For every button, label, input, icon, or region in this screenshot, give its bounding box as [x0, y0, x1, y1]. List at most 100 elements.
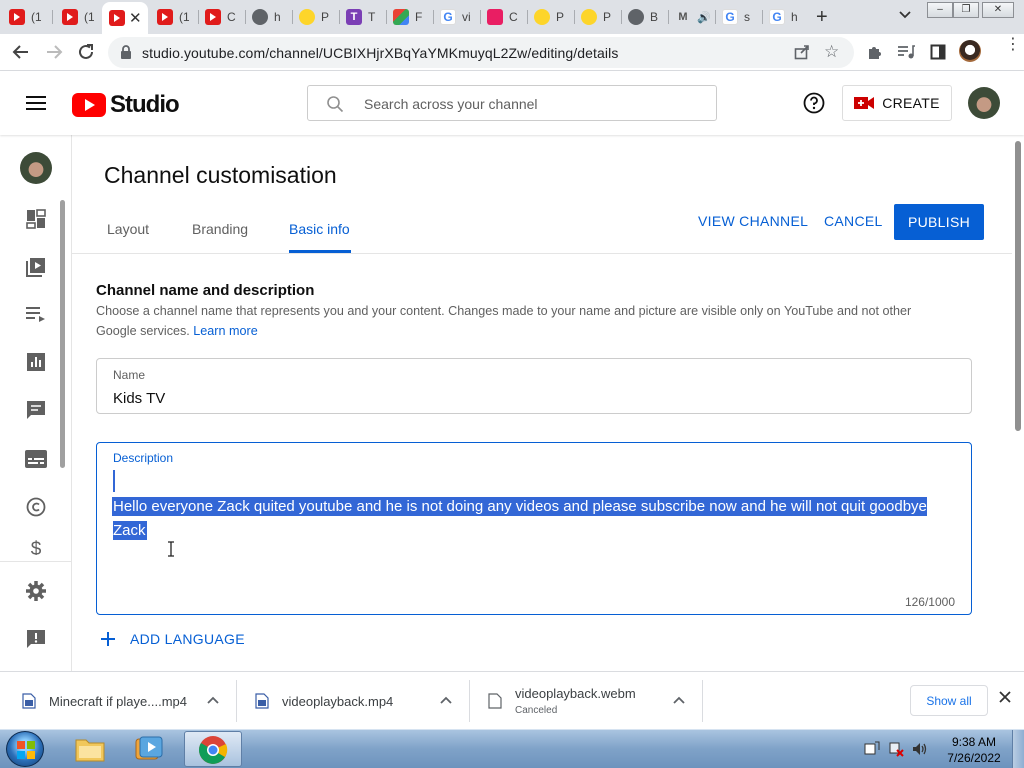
copyright-icon[interactable]: [24, 495, 48, 519]
browser-tab-active[interactable]: ✕: [102, 2, 148, 34]
help-icon[interactable]: [803, 92, 825, 114]
description-char-counter: 126/1000: [904, 595, 955, 609]
extensions-icon[interactable]: [866, 44, 882, 60]
browser-tab[interactable]: M 🔊 M: [668, 4, 714, 30]
feedback-icon[interactable]: [24, 627, 48, 651]
side-panel-icon[interactable]: [930, 44, 946, 60]
hamburger-menu-icon[interactable]: [26, 96, 46, 110]
profile-avatar[interactable]: [959, 40, 981, 62]
browser-tab[interactable]: P: [527, 4, 573, 30]
channel-avatar[interactable]: [20, 152, 52, 184]
share-icon[interactable]: [794, 44, 810, 60]
description-field[interactable]: Description Hello everyone Zack quited y…: [96, 442, 972, 615]
settings-gear-icon[interactable]: [24, 579, 48, 603]
system-tray: [864, 741, 934, 757]
browser-tab[interactable]: G h: [762, 4, 808, 30]
studio-logo[interactable]: Studio: [72, 91, 180, 119]
start-button[interactable]: [6, 731, 44, 767]
downloads-bar: Minecraft if playe....mp4 videoplayback.…: [0, 671, 1024, 729]
close-window-button[interactable]: ✕: [982, 2, 1014, 18]
download-status: Canceled: [515, 705, 558, 716]
tab-basic-info[interactable]: Basic info: [289, 221, 350, 237]
browser-tab[interactable]: G s: [715, 4, 761, 30]
maximize-button[interactable]: ❐: [953, 2, 979, 18]
chevron-up-icon[interactable]: [207, 695, 219, 705]
publish-label: PUBLISH: [907, 214, 970, 230]
tab-search-chevron-icon[interactable]: [898, 8, 912, 22]
chrome-taskbar-button[interactable]: [184, 731, 242, 767]
browser-tab[interactable]: F: [386, 4, 432, 30]
download-filename: videoplayback.mp4: [282, 693, 394, 709]
forward-icon[interactable]: [45, 43, 63, 61]
video-camera-icon: [854, 97, 875, 109]
address-bar[interactable]: studio.youtube.com/channel/UCBIXHjrXBqYa…: [108, 37, 854, 68]
download-filename: videoplayback.webm: [515, 686, 636, 701]
browser-tab[interactable]: T T: [339, 4, 385, 30]
account-avatar[interactable]: [968, 87, 1000, 119]
browser-tab[interactable]: G vi: [433, 4, 479, 30]
content-icon[interactable]: [24, 255, 48, 279]
add-language-button[interactable]: ADD LANGUAGE: [100, 631, 245, 647]
name-value: Kids TV: [113, 390, 166, 407]
playlists-icon[interactable]: [24, 302, 48, 326]
show-all-button[interactable]: Show all: [910, 685, 988, 716]
tab-layout[interactable]: Layout: [107, 221, 149, 237]
view-channel-button[interactable]: VIEW CHANNEL: [698, 213, 808, 229]
channel-name-field[interactable]: Name Kids TV: [96, 358, 972, 414]
lock-icon[interactable]: [120, 45, 132, 60]
create-button[interactable]: CREATE: [842, 85, 952, 121]
media-control-icon[interactable]: [897, 44, 915, 60]
cancel-button[interactable]: CANCEL: [824, 213, 883, 229]
tab-branding[interactable]: Branding: [192, 221, 248, 237]
show-desktop-button[interactable]: [1012, 730, 1024, 768]
analytics-icon[interactable]: [24, 350, 48, 374]
smiley-icon: [299, 9, 315, 25]
description-label: Description: [113, 451, 174, 465]
youtube-icon: [205, 9, 221, 25]
learn-more-link[interactable]: Learn more: [193, 324, 257, 338]
download-item[interactable]: videoplayback.mp4: [255, 672, 465, 730]
volume-icon[interactable]: [912, 741, 928, 757]
tabs-divider: [72, 253, 1024, 254]
colorful-icon: [393, 9, 409, 25]
smiley-icon: [581, 9, 597, 25]
browser-tab[interactable]: P: [292, 4, 338, 30]
close-downloads-icon[interactable]: [999, 691, 1011, 703]
download-item[interactable]: videoplayback.webm Canceled: [488, 672, 698, 730]
youtube-icon: [9, 9, 25, 25]
publish-button[interactable]: PUBLISH: [894, 204, 984, 240]
back-icon[interactable]: [12, 43, 30, 61]
chevron-up-icon[interactable]: [673, 695, 685, 705]
browser-tab[interactable]: C: [480, 4, 526, 30]
browser-tab[interactable]: (1: [55, 4, 101, 30]
browser-tab[interactable]: h: [245, 4, 291, 30]
browser-tab[interactable]: (1: [150, 4, 196, 30]
minimize-button[interactable]: –: [927, 2, 953, 18]
browser-tab[interactable]: B: [621, 4, 667, 30]
reload-icon[interactable]: [77, 43, 95, 61]
bookmark-star-icon[interactable]: ☆: [824, 42, 839, 62]
subtitles-icon[interactable]: [24, 447, 48, 471]
network-icon[interactable]: [888, 741, 904, 757]
browser-menu-icon[interactable]: ⋮: [1005, 37, 1021, 53]
browser-tab[interactable]: (1: [2, 4, 48, 30]
browser-tab[interactable]: P: [574, 4, 620, 30]
nav-scrollbar[interactable]: [60, 200, 65, 468]
browser-tab[interactable]: C: [198, 4, 244, 30]
media-player-button[interactable]: [126, 733, 172, 765]
taskbar-clock[interactable]: 9:38 AM 7/26/2022: [944, 734, 1004, 766]
search-input[interactable]: Search across your channel: [307, 85, 717, 121]
earn-icon[interactable]: $: [24, 539, 48, 555]
page-title: Channel customisation: [104, 162, 337, 188]
chevron-up-icon[interactable]: [440, 695, 452, 705]
download-item[interactable]: Minecraft if playe....mp4: [22, 672, 232, 730]
comments-icon[interactable]: [24, 398, 48, 422]
file-explorer-button[interactable]: [67, 733, 113, 765]
new-tab-button[interactable]: +: [816, 6, 828, 29]
close-tab-icon[interactable]: ✕: [129, 9, 142, 27]
main-content: Channel customisation Layout Branding Ba…: [72, 135, 1024, 671]
main-scrollbar[interactable]: [1012, 135, 1024, 671]
name-label: Name: [113, 368, 146, 382]
dashboard-icon[interactable]: [24, 207, 48, 231]
action-center-icon[interactable]: [864, 741, 880, 757]
